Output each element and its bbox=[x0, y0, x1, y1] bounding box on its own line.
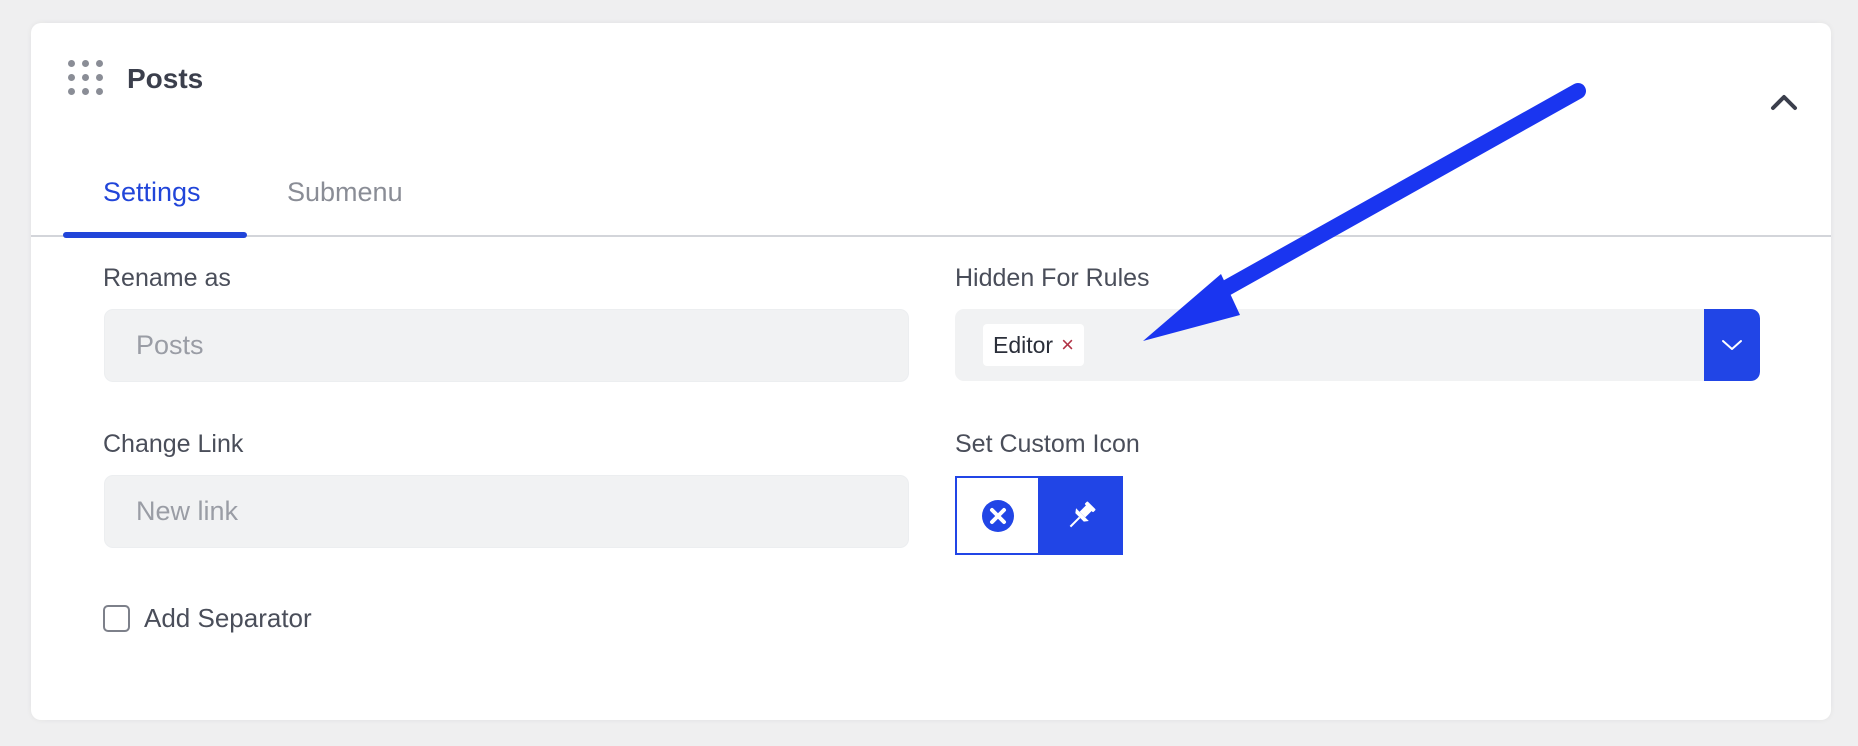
pin-icon bbox=[1069, 501, 1095, 527]
panel-title: Posts bbox=[127, 63, 204, 94]
rename-input[interactable] bbox=[104, 309, 909, 382]
collapse-button[interactable] bbox=[1767, 85, 1801, 119]
panel-header: Posts bbox=[31, 23, 1831, 133]
pick-icon-button[interactable] bbox=[1038, 476, 1123, 555]
tab-settings[interactable]: Settings bbox=[103, 177, 201, 208]
custom-icon-label: Set Custom Icon bbox=[955, 430, 1140, 458]
chevron-up-icon bbox=[1771, 95, 1797, 110]
hidden-for-rules-label: Hidden For Rules bbox=[955, 264, 1150, 292]
drag-dots-icon[interactable] bbox=[68, 60, 106, 98]
custom-icon-picker bbox=[955, 476, 1123, 555]
change-link-input[interactable] bbox=[104, 475, 909, 548]
dropdown-toggle-button[interactable] bbox=[1704, 309, 1760, 381]
chevron-down-icon bbox=[1722, 340, 1742, 350]
role-chip-editor: Editor × bbox=[983, 324, 1084, 366]
clear-icon-button[interactable] bbox=[955, 476, 1038, 555]
rename-label: Rename as bbox=[103, 264, 231, 292]
remove-chip-icon[interactable]: × bbox=[1061, 334, 1074, 356]
close-circle-icon bbox=[981, 499, 1014, 532]
tab-submenu[interactable]: Submenu bbox=[287, 177, 403, 208]
add-separator-label: Add Separator bbox=[144, 603, 312, 633]
add-separator-row: Add Separator bbox=[103, 603, 312, 634]
add-separator-checkbox[interactable] bbox=[103, 605, 130, 632]
tab-bar: Settings Submenu bbox=[31, 153, 1831, 238]
change-link-label: Change Link bbox=[103, 430, 244, 458]
active-tab-indicator bbox=[63, 232, 247, 238]
hidden-for-rules-select[interactable]: Editor × bbox=[955, 309, 1760, 381]
role-chip-label: Editor bbox=[993, 331, 1054, 358]
